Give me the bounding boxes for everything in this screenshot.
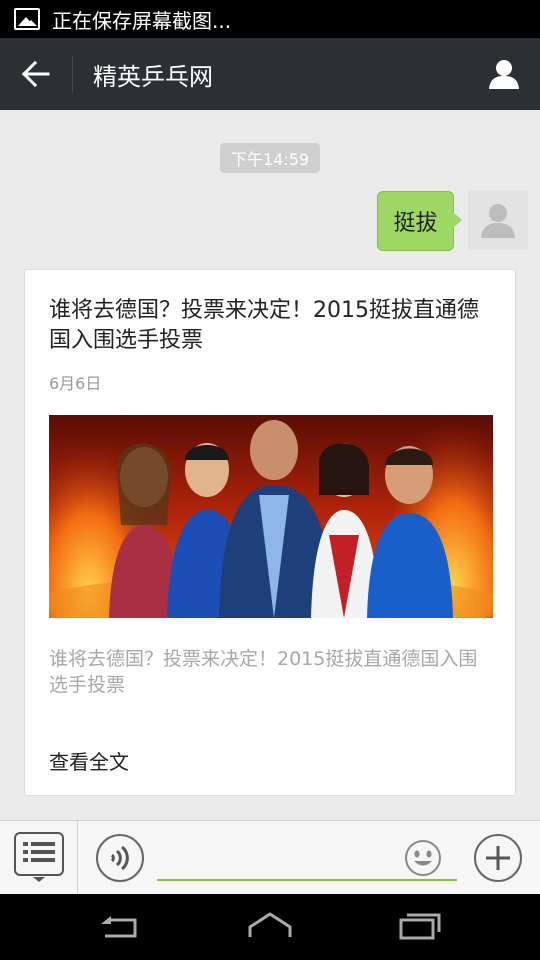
read-full-article-link[interactable]: 查看全文	[49, 746, 129, 775]
title-bar: 精英乒乓网	[0, 38, 540, 110]
article-description: 谁将去德国？投票来决定！2015挺拔直通德国入围选手投票	[49, 648, 478, 696]
voice-button[interactable]	[96, 834, 144, 882]
avatar[interactable]	[468, 190, 528, 250]
input-bar	[0, 820, 540, 894]
page-title: 精英乒乓网	[93, 62, 213, 91]
default-avatar-icon	[481, 204, 515, 238]
back-button[interactable]	[0, 38, 72, 110]
message-timestamp: 下午14:59	[220, 143, 320, 173]
arrow-left-icon	[22, 61, 50, 87]
home-icon	[248, 912, 292, 937]
person-icon	[489, 60, 519, 89]
add-button[interactable]	[474, 834, 522, 882]
article-title: 谁将去德国？投票来决定！2015挺拔直通德国入围选手投票	[49, 298, 479, 353]
status-bar: 正在保存屏幕截图...	[0, 0, 540, 38]
smiley-icon	[405, 840, 441, 876]
article-date: 6月6日	[49, 374, 102, 393]
article-cover-image[interactable]	[49, 415, 493, 618]
article-card[interactable]: 谁将去德国？投票来决定！2015挺拔直通德国入围选手投票 6月6日 谁将去德国？…	[24, 269, 516, 796]
recents-icon	[399, 913, 441, 940]
image-icon	[14, 8, 40, 30]
chat-area[interactable]: 下午14:59 挺拔 谁将去德国？投票来决定！2015挺拔直通德国入围选手投票 …	[0, 110, 540, 820]
emoji-button[interactable]	[404, 839, 442, 877]
voice-icon	[110, 845, 129, 871]
system-home-button[interactable]	[240, 906, 300, 946]
menu-toggle-button[interactable]	[0, 821, 78, 894]
system-back-button[interactable]	[90, 906, 150, 946]
status-text: 正在保存屏幕截图...	[52, 8, 232, 33]
profile-button[interactable]	[468, 38, 540, 110]
back-icon	[101, 916, 137, 938]
system-recents-button[interactable]	[390, 906, 450, 946]
list-menu-icon	[13, 831, 64, 882]
sent-message-bubble[interactable]: 挺拔	[377, 191, 462, 251]
title-divider	[72, 56, 73, 92]
system-nav-bar	[0, 894, 540, 960]
plus-icon	[486, 846, 510, 870]
